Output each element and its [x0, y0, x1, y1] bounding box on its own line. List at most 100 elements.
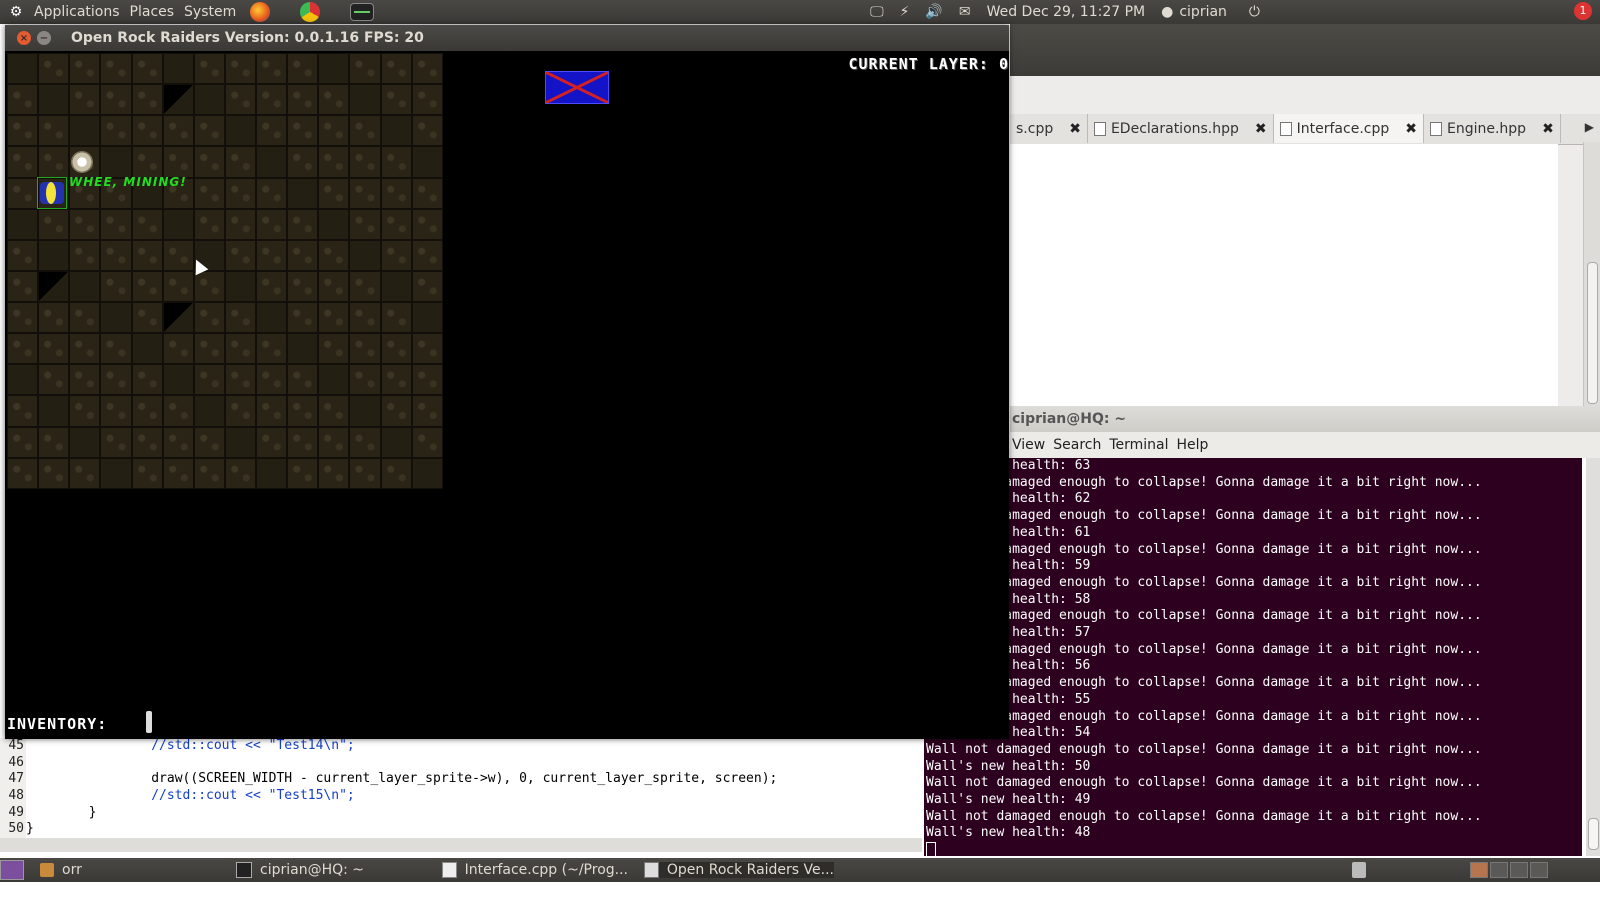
map-tile[interactable] — [256, 177, 288, 209]
map-tile[interactable] — [318, 177, 350, 209]
map-tile[interactable] — [38, 395, 70, 427]
map-tile[interactable] — [256, 115, 288, 147]
map-tile[interactable] — [318, 239, 350, 271]
workspace-1[interactable] — [1470, 862, 1488, 878]
map-tile[interactable] — [162, 115, 194, 147]
map-tile[interactable] — [69, 208, 101, 240]
map-tile[interactable] — [69, 333, 101, 365]
workspace-3[interactable] — [1510, 862, 1528, 878]
map-tile[interactable] — [318, 364, 350, 396]
map-tile[interactable] — [38, 457, 70, 489]
map-tile[interactable] — [100, 84, 132, 116]
map-tile[interactable] — [224, 53, 256, 85]
map-tile[interactable] — [224, 426, 256, 458]
map-tile[interactable] — [7, 426, 39, 458]
map-tile[interactable] — [131, 457, 163, 489]
map-tile[interactable] — [193, 208, 225, 240]
map-tile[interactable] — [287, 426, 319, 458]
map-tile[interactable] — [7, 146, 39, 178]
map-tile[interactable] — [100, 457, 132, 489]
map-tile[interactable] — [287, 364, 319, 396]
code-horizontal-scrollbar[interactable] — [0, 838, 922, 852]
map-tile[interactable] — [224, 239, 256, 271]
map-tile[interactable] — [100, 115, 132, 147]
workspace-4[interactable] — [1530, 862, 1548, 878]
map-tile[interactable] — [7, 333, 39, 365]
map-tile[interactable] — [287, 208, 319, 240]
show-desktop-icon[interactable] — [0, 860, 24, 880]
map-tile[interactable] — [100, 395, 132, 427]
map-tile[interactable] — [7, 302, 39, 334]
taskbar-item-orr[interactable]: orr — [40, 862, 220, 878]
map-tile[interactable] — [318, 84, 350, 116]
user-icon[interactable]: ● — [1161, 4, 1173, 20]
map-tile[interactable] — [318, 53, 350, 85]
map-tile[interactable] — [411, 177, 443, 209]
map-tile[interactable] — [193, 333, 225, 365]
map-tile[interactable] — [131, 302, 163, 334]
map-tile[interactable] — [162, 53, 194, 85]
close-tab-icon[interactable]: ✖ — [1542, 121, 1554, 137]
map-tile[interactable] — [69, 270, 101, 302]
map-tile[interactable] — [7, 395, 39, 427]
tab-engine-hpp[interactable]: Engine.hpp ✖ — [1424, 114, 1561, 143]
map-tile[interactable] — [193, 395, 225, 427]
map-tile[interactable] — [38, 426, 70, 458]
map-tile[interactable] — [380, 239, 412, 271]
map-tile[interactable] — [38, 208, 70, 240]
scroll-thumb[interactable] — [1588, 818, 1599, 850]
map-tile[interactable] — [256, 208, 288, 240]
map-tile[interactable] — [162, 146, 194, 178]
map-tile[interactable] — [100, 239, 132, 271]
map-tile[interactable] — [69, 84, 101, 116]
map-tile[interactable] — [100, 426, 132, 458]
power-indicator-icon[interactable]: ⚡ — [900, 4, 910, 20]
map-tile[interactable] — [318, 333, 350, 365]
map-tile[interactable] — [193, 53, 225, 85]
display-icon[interactable]: 🖵 — [870, 4, 884, 20]
editor-text-area[interactable] — [1010, 144, 1558, 406]
tab-s-cpp[interactable]: s.cpp ✖ — [1010, 114, 1088, 143]
map-tile[interactable] — [318, 395, 350, 427]
map-tile[interactable] — [224, 395, 256, 427]
map-tile[interactable] — [318, 115, 350, 147]
inventory-item-icon[interactable] — [146, 711, 152, 733]
map-tile[interactable] — [131, 84, 163, 116]
map-tile[interactable] — [224, 146, 256, 178]
map-tile[interactable] — [100, 53, 132, 85]
terminal-title[interactable]: ciprian@HQ: ~ — [1010, 406, 1600, 432]
map-tile[interactable] — [100, 208, 132, 240]
map-tile[interactable] — [69, 395, 101, 427]
map-tile[interactable] — [349, 333, 381, 365]
map-tile[interactable] — [193, 177, 225, 209]
map-tile[interactable] — [318, 270, 350, 302]
map-tile[interactable] — [100, 270, 132, 302]
map-tile[interactable] — [349, 177, 381, 209]
terminal-output[interactable]: Wall's new health: 63 Wall not damaged e… — [924, 458, 1582, 856]
map-tile[interactable] — [7, 239, 39, 271]
game-canvas[interactable]: CURRENT LAYER: 0 WHEE, MINING! INVENTORY… — [5, 51, 1009, 739]
code-editor[interactable]: 45 //std::cout << "Test14\n"; 46 47 draw… — [0, 738, 922, 839]
map-tile[interactable] — [256, 146, 288, 178]
map-tile[interactable] — [69, 302, 101, 334]
shutdown-icon[interactable]: ⏻ — [1249, 4, 1260, 20]
places-menu[interactable]: Places — [130, 4, 175, 20]
map-tile[interactable] — [162, 333, 194, 365]
tab-edeclarations-hpp[interactable]: EDeclarations.hpp ✖ — [1088, 114, 1274, 143]
map-tile[interactable] — [7, 364, 39, 396]
map-tile[interactable] — [349, 115, 381, 147]
map-tile[interactable] — [38, 302, 70, 334]
map-tile[interactable] — [162, 395, 194, 427]
map-tile[interactable] — [131, 146, 163, 178]
map-tile[interactable] — [162, 457, 194, 489]
map-tile[interactable] — [256, 426, 288, 458]
terminal-menu-search[interactable]: Search — [1053, 437, 1101, 453]
map-tile[interactable] — [193, 426, 225, 458]
close-tab-icon[interactable]: ✖ — [1255, 121, 1267, 137]
map-tile[interactable] — [411, 208, 443, 240]
map-tile[interactable] — [287, 333, 319, 365]
map-tile[interactable] — [349, 239, 381, 271]
map-tile[interactable] — [162, 302, 194, 334]
map-tile[interactable] — [380, 302, 412, 334]
terminal-menu-terminal[interactable]: Terminal — [1109, 437, 1168, 453]
